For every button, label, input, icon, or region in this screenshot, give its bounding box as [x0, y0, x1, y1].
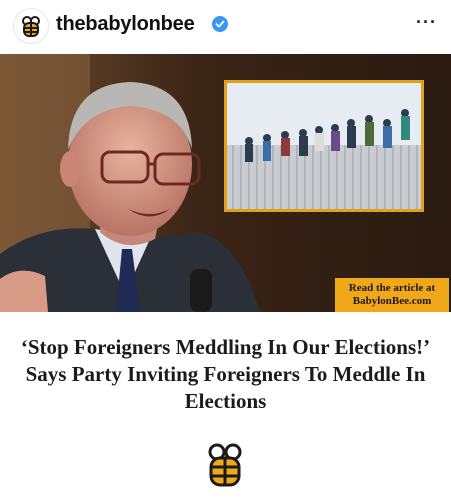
bee-logo-icon: [208, 443, 242, 487]
more-options-icon[interactable]: ···: [416, 12, 437, 33]
verified-badge-icon: [212, 16, 228, 32]
read-article-badge[interactable]: Read the article at BabylonBee.com: [335, 278, 449, 312]
account-username[interactable]: thebabylonbee: [56, 13, 195, 36]
border-wall-photo: [227, 83, 421, 209]
inset-border-wall-image: [224, 80, 424, 212]
badge-line-2: BabylonBee.com: [352, 295, 432, 307]
article-headline: ‘Stop Foreigners Meddling In Our Electio…: [20, 335, 431, 413]
profile-avatar[interactable]: [13, 8, 49, 44]
badge-line-1: Read the article at: [348, 282, 436, 294]
bee-logo-icon: [22, 16, 40, 37]
post-header: thebabylonbee ···: [0, 0, 451, 50]
